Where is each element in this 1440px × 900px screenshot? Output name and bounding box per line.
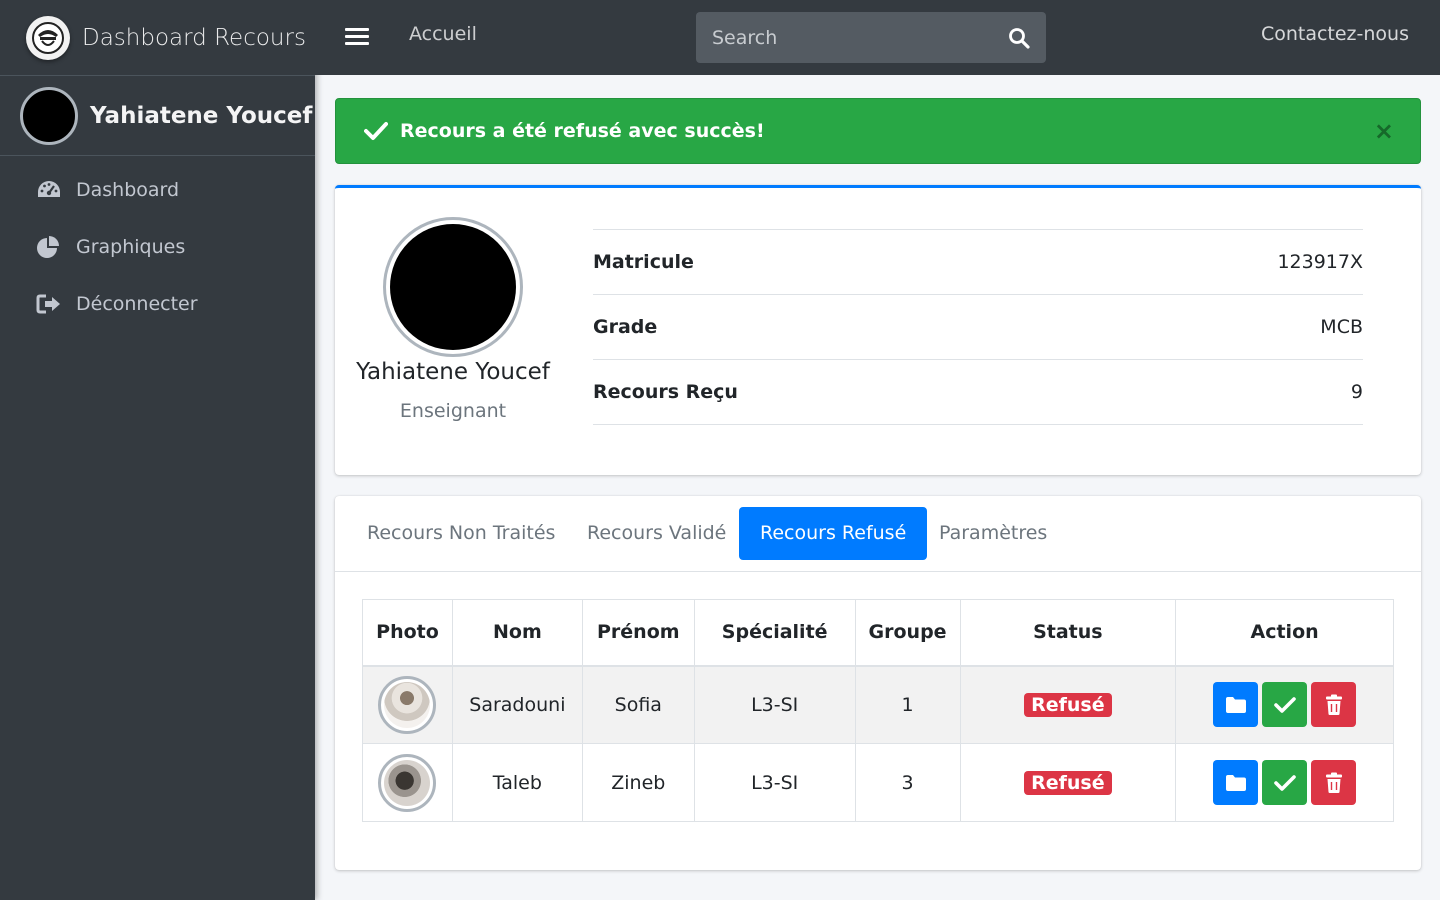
profile-card: Yahiatene Youcef Enseignant Matricule 12…: [335, 185, 1421, 475]
student-photo: [378, 753, 437, 812]
profile-role: Enseignant: [399, 400, 507, 422]
validate-button[interactable]: [1262, 682, 1308, 728]
check-icon: [1273, 774, 1296, 791]
view-folder-button[interactable]: [1213, 682, 1259, 728]
contact-link[interactable]: Contactez-nous: [1261, 23, 1409, 45]
photo-cell: [362, 665, 453, 744]
search-input[interactable]: [696, 12, 992, 63]
sidebar-item-deconnecter[interactable]: Déconnecter: [0, 279, 307, 328]
column-header: Nom: [451, 599, 583, 667]
user-panel[interactable]: Yahiatene Youcef: [0, 76, 315, 156]
profile-info-list: Matricule 123917X Grade MCB Recours Reçu…: [593, 229, 1363, 425]
cell-prenom: Sofia: [581, 665, 695, 744]
close-icon[interactable]: ×: [1374, 119, 1394, 143]
tabs: Recours Non Traités Recours Validé Recou…: [335, 496, 1421, 572]
sidebar-item-graphiques[interactable]: Graphiques: [0, 222, 307, 271]
sidebar-item-label: Dashboard: [76, 178, 180, 201]
column-header: Prénom: [581, 599, 695, 667]
tab-recours-valide[interactable]: Recours Validé: [566, 507, 747, 560]
success-alert: Recours a été refusé avec succès! ×: [335, 98, 1421, 164]
user-avatar: [20, 86, 78, 145]
table-header-row: Photo Nom Prénom Spécialité Groupe Statu…: [362, 599, 1394, 667]
trash-icon: [1325, 694, 1342, 715]
trash-icon: [1325, 772, 1342, 793]
sidebar: Dashboard Recours Yahiatene Youcef Dashb…: [0, 0, 315, 900]
delete-button[interactable]: [1311, 682, 1357, 728]
info-value: 9: [1350, 381, 1363, 403]
info-row-recours-recu: Recours Reçu 9: [593, 360, 1363, 425]
brand[interactable]: Dashboard Recours: [0, 0, 315, 76]
search-button[interactable]: [992, 12, 1046, 63]
search-icon: [1009, 27, 1030, 49]
brand-logo-icon: [26, 15, 70, 60]
profile-name: Yahiatene Youcef: [356, 359, 550, 385]
home-link[interactable]: Accueil: [409, 23, 477, 45]
sidebar-item-label: Déconnecter: [76, 292, 198, 315]
view-folder-button[interactable]: [1213, 760, 1259, 805]
cell-nom: Saradouni: [451, 665, 583, 744]
profile-avatar: [383, 217, 523, 357]
sidebar-nav: Dashboard Graphiques Déconnecter: [0, 165, 315, 328]
column-header: Spécialité: [693, 599, 856, 667]
user-name: Yahiatene Youcef: [90, 102, 313, 129]
recours-card: Recours Non Traités Recours Validé Recou…: [335, 496, 1421, 870]
tab-recours-refuse[interactable]: Recours Refusé: [739, 507, 928, 560]
recours-table: Photo Nom Prénom Spécialité Groupe Statu…: [362, 599, 1394, 822]
action-cell: [1175, 665, 1394, 744]
tachometer-icon: [36, 179, 66, 201]
cell-groupe: 1: [854, 665, 961, 744]
tab-recours-non-traites[interactable]: Recours Non Traités: [346, 507, 576, 560]
column-header: Groupe: [854, 599, 961, 667]
column-header: Status: [959, 599, 1177, 667]
info-row-grade: Grade MCB: [593, 295, 1363, 360]
check-icon: [364, 121, 388, 141]
sign-out-icon: [36, 293, 66, 315]
check-icon: [1273, 696, 1296, 713]
info-key: Matricule: [593, 251, 694, 273]
folder-icon: [1225, 696, 1246, 713]
brand-title: Dashboard Recours: [82, 24, 306, 51]
column-header: Action: [1175, 599, 1394, 667]
photo-cell: [362, 743, 453, 822]
student-photo: [378, 675, 437, 734]
tab-parametres[interactable]: Paramètres: [918, 507, 1068, 560]
alert-message: Recours a été refusé avec succès!: [400, 120, 765, 142]
table-row: Saradouni Sofia L3-SI 1 Refusé: [362, 665, 1394, 744]
topbar: Accueil Contactez-nous: [315, 0, 1440, 75]
cell-specialite: L3-SI: [693, 665, 856, 744]
column-header: Photo: [362, 599, 453, 667]
cell-groupe: 3: [854, 743, 961, 822]
info-value: MCB: [1320, 316, 1363, 338]
info-row-matricule: Matricule 123917X: [593, 230, 1363, 295]
status-badge: Refusé: [1024, 692, 1112, 717]
status-badge: Refusé: [1024, 770, 1112, 795]
folder-icon: [1225, 774, 1246, 791]
info-key: Grade: [593, 316, 658, 338]
sidebar-item-dashboard[interactable]: Dashboard: [0, 165, 307, 214]
cell-specialite: L3-SI: [693, 743, 856, 822]
info-value: 123917X: [1277, 251, 1363, 273]
search-box: [696, 12, 1046, 63]
status-cell: Refusé: [959, 743, 1177, 822]
action-cell: [1175, 743, 1394, 822]
table-row: Taleb Zineb L3-SI 3 Refusé: [362, 743, 1394, 822]
info-key: Recours Reçu: [593, 381, 738, 403]
pie-chart-icon: [36, 235, 66, 259]
menu-toggle-icon[interactable]: [345, 24, 369, 50]
status-cell: Refusé: [959, 665, 1177, 744]
cell-prenom: Zineb: [581, 743, 695, 822]
sidebar-item-label: Graphiques: [76, 235, 186, 258]
validate-button[interactable]: [1262, 760, 1308, 805]
delete-button[interactable]: [1311, 760, 1357, 805]
cell-nom: Taleb: [451, 743, 583, 822]
